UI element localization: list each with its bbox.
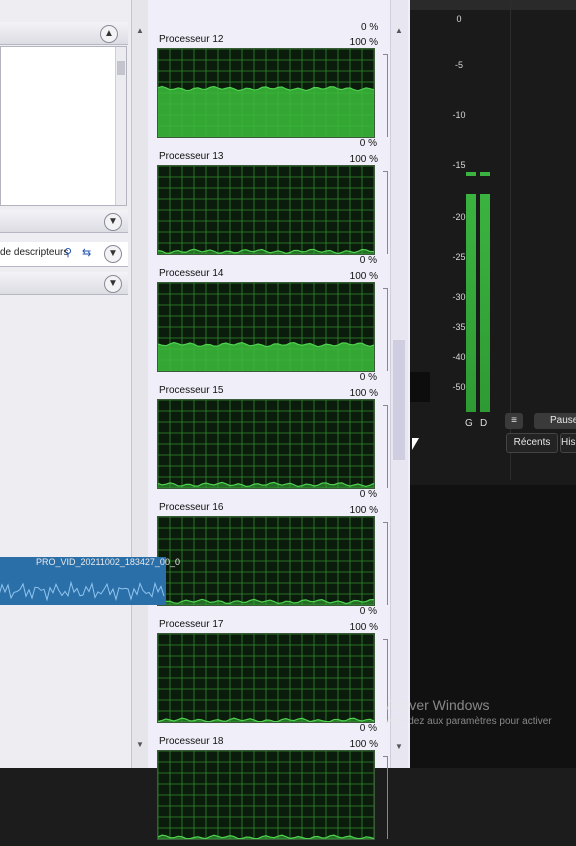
- processor-block: Processeur 13 100 % 0 %: [148, 149, 388, 266]
- section-header-2[interactable]: ▼: [0, 210, 128, 233]
- percent-max-label: 100 %: [349, 739, 378, 750]
- scroll-thumb[interactable]: [117, 61, 125, 75]
- percent-min-label: 0 %: [359, 255, 377, 266]
- scroll-thumb[interactable]: [393, 340, 405, 460]
- tab-history[interactable]: His: [560, 433, 576, 453]
- refresh-icon[interactable]: ⇆: [82, 246, 91, 259]
- percent-max-label: 100 %: [349, 37, 378, 48]
- scroll-up-icon[interactable]: ▲: [136, 26, 144, 35]
- percent-min-label: 0 %: [359, 138, 377, 149]
- cpu-usage-graph: [157, 516, 375, 606]
- percent-max-label: 100 %: [349, 505, 378, 516]
- processor-name: Processeur 17: [159, 619, 224, 630]
- meter-scale-label: -5: [454, 60, 463, 70]
- peak-left: [466, 172, 476, 176]
- chevron-down-icon[interactable]: ▼: [104, 213, 122, 231]
- activation-subtitle: Accédez aux paramètres pour activer: [386, 716, 552, 727]
- search-icon[interactable]: ⚲: [64, 246, 72, 259]
- percent-min-label: 0 %: [359, 489, 377, 500]
- processor-block: Processeur 16 100 % 0 %: [148, 500, 388, 617]
- graph-scale-bracket: [383, 54, 388, 137]
- cpu-usage-graph: [157, 48, 375, 138]
- processor-block: Processeur 14 100 % 0 %: [148, 266, 388, 383]
- cpu-usage-graph: [157, 633, 375, 723]
- processor-name: Processeur 13: [159, 151, 224, 162]
- percent-max-label: 100 %: [349, 622, 378, 633]
- processor-name: Processeur 16: [159, 502, 224, 513]
- processor-name: Processeur 15: [159, 385, 224, 396]
- processor-name: Processeur 14: [159, 268, 224, 279]
- channel-right-label: D: [480, 418, 488, 429]
- graph-scale-bracket: [383, 288, 388, 371]
- tab-recents[interactable]: Récents: [506, 433, 558, 453]
- meter-left: [466, 194, 476, 412]
- percent-min-label: 0 %: [359, 372, 377, 383]
- processor-block: Processeur 18 100 %: [148, 734, 388, 846]
- meter-scale-label: 0: [456, 14, 462, 24]
- clip-name: PRO_VID_20211002_183427_00_0: [36, 557, 180, 567]
- channel-left-label: G: [465, 418, 473, 429]
- processor-block: Processeur 15 100 % 0 %: [148, 383, 388, 500]
- graph-scale-bracket: [383, 405, 388, 488]
- processor-scrollbar[interactable]: ▲ ▼: [390, 0, 408, 768]
- search-bar[interactable]: de descripteurs ⚲ ⇆ ▼: [0, 242, 128, 267]
- percent-max-label: 100 %: [349, 388, 378, 399]
- section-header-3[interactable]: ▼: [0, 272, 128, 295]
- percent-min-label: 0 %: [359, 723, 377, 734]
- peak-right: [480, 172, 490, 176]
- list-box: [0, 46, 127, 206]
- search-input[interactable]: de descripteurs: [0, 247, 68, 258]
- processor-name: Processeur 18: [159, 736, 224, 747]
- processor-block: Processeur 12 100 % 0 %: [148, 32, 388, 149]
- graph-scale-bracket: [383, 756, 388, 839]
- processor-block: Processeur 17 100 % 0 %: [148, 617, 388, 734]
- cpu-usage-graph: [157, 750, 375, 840]
- activation-title: Activer Windows: [386, 697, 490, 713]
- pause-button[interactable]: Pause: [534, 413, 576, 429]
- section-header-1[interactable]: ▲: [0, 22, 128, 45]
- cpu-usage-graph: [157, 282, 375, 372]
- processor-panel: 0 % Processeur 12 100 % 0 % Processeur 13 10…: [148, 0, 410, 840]
- graph-scale-bracket: [383, 522, 388, 605]
- meter-right: [480, 194, 490, 412]
- scroll-up-icon[interactable]: ▲: [395, 26, 403, 35]
- percent-min-label: 0 %: [359, 606, 377, 617]
- processor-name: Processeur 12: [159, 34, 224, 45]
- panel-scrollbar[interactable]: ▲ ▼: [131, 0, 149, 768]
- menu-icon[interactable]: ≡: [505, 413, 523, 429]
- chevron-down-icon[interactable]: ▼: [104, 245, 122, 263]
- divider: [510, 0, 511, 480]
- mouse-cursor-icon: [412, 438, 419, 450]
- scroll-down-icon[interactable]: ▼: [136, 740, 144, 749]
- panel-top-bar: [410, 0, 576, 10]
- percent-max-label: 100 %: [349, 271, 378, 282]
- cpu-usage-graph: [157, 165, 375, 255]
- left-panel: ▲ ▼ de descripteurs ⚲ ⇆ ▼ ▼ ▲ ▼: [0, 0, 149, 768]
- meter-scale-label: -15: [452, 160, 466, 170]
- meter-scale-label: -10: [452, 110, 466, 120]
- cpu-usage-graph: [157, 399, 375, 489]
- chevron-up-icon[interactable]: ▲: [100, 25, 118, 43]
- scroll-down-icon[interactable]: ▼: [395, 742, 403, 751]
- chevron-down-icon[interactable]: ▼: [104, 275, 122, 293]
- graph-scale-bracket: [383, 171, 388, 254]
- list-scrollbar[interactable]: [115, 47, 126, 205]
- video-editor-panel: 0 -5 -10 -15 -20 -25 -30 -35 -40 -50 G D ≡ Pause …: [410, 0, 576, 768]
- preview-strip: [410, 372, 430, 402]
- percent-max-label: 100 %: [349, 154, 378, 165]
